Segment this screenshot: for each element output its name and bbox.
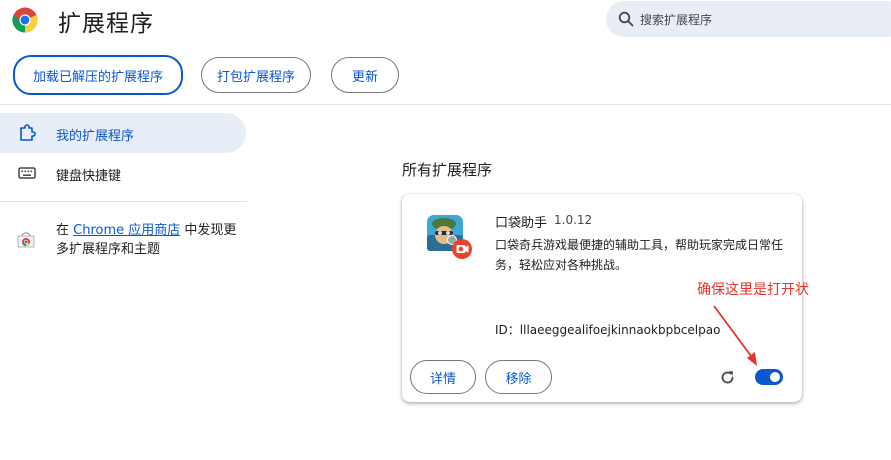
section-title: 所有扩展程序 <box>402 161 493 179</box>
page-title: 扩展程序 <box>58 11 154 37</box>
search-placeholder: 搜索扩展程序 <box>640 13 713 27</box>
extension-app-icon <box>427 215 472 259</box>
load-unpacked-button[interactable]: 加载已解压的扩展程序 <box>13 55 183 95</box>
keyboard-icon <box>18 167 36 179</box>
annotation-text: 确保这里是打开状 <box>697 282 809 298</box>
sidebar-item-label: 我的扩展程序 <box>56 129 135 144</box>
sidebar-item-my-extensions[interactable]: 我的扩展程序 <box>0 113 246 153</box>
sidebar-item-keyboard-shortcuts[interactable]: 键盘快捷键 <box>0 153 246 193</box>
chrome-web-store-link[interactable]: Chrome 应用商店 <box>73 223 180 238</box>
extension-version: 1.0.12 <box>554 213 593 227</box>
annotation-arrow <box>713 305 757 366</box>
web-store-icon <box>17 232 35 248</box>
sidebar-item-label: 键盘快捷键 <box>56 169 122 184</box>
extension-name: 口袋助手 <box>495 216 548 231</box>
web-store-promo: 在 Chrome 应用商店 中发现更多扩展程序和主题 <box>56 221 246 259</box>
pack-extension-button[interactable]: 打包扩展程序 <box>201 57 311 93</box>
sidebar-divider <box>0 201 247 202</box>
puzzle-icon <box>20 124 36 141</box>
search-icon <box>618 11 634 27</box>
toggle-knob <box>770 372 780 382</box>
extension-id: ID：lllaeeggealifoejkinnaokbpbcelpao <box>495 323 721 337</box>
extension-description: 口袋奇兵游戏最便捷的辅助工具，帮助玩家完成日常任务，轻松应对各种挑战。 <box>495 238 784 272</box>
update-button[interactable]: 更新 <box>331 57 399 93</box>
store-prefix: 在 <box>56 223 74 238</box>
details-button[interactable]: 详情 <box>410 360 476 394</box>
remove-button[interactable]: 移除 <box>485 360 552 394</box>
toolbar-divider <box>0 104 891 105</box>
search-input[interactable]: 搜索扩展程序 <box>606 1 891 37</box>
chrome-logo-icon <box>12 7 38 33</box>
